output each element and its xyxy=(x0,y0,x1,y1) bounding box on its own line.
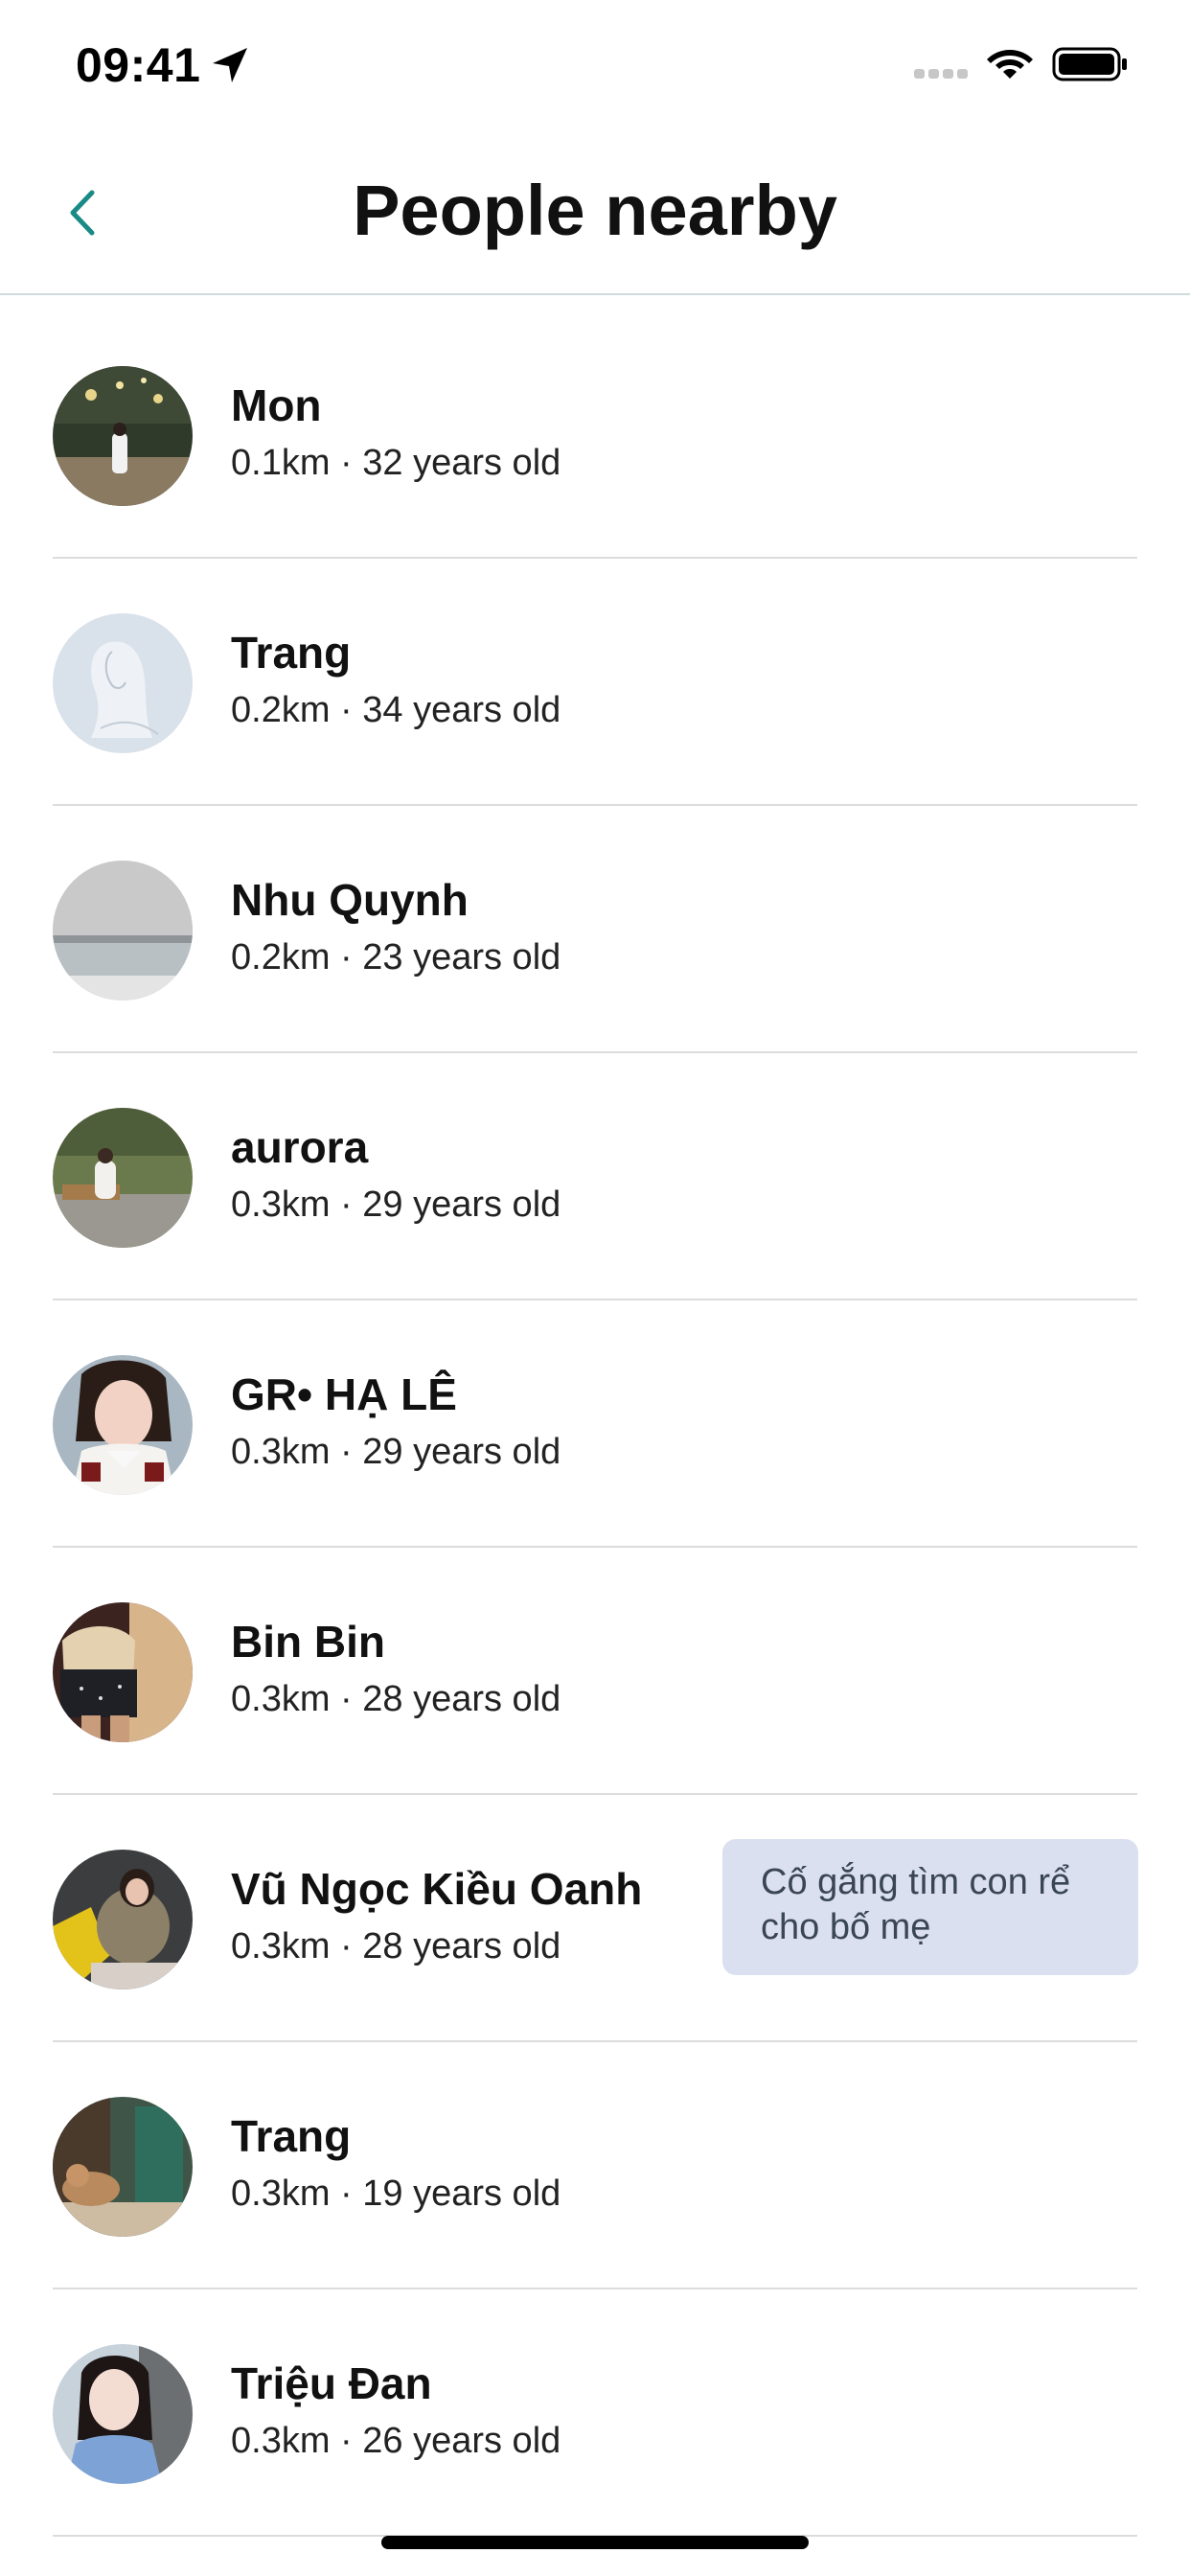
avatar xyxy=(53,613,193,753)
avatar xyxy=(53,1602,193,1742)
people-list: Mon 0.1km · 32 years old Trang 0.2km · 3… xyxy=(0,311,1190,2537)
status-message-bubble: Cố gắng tìm con rể cho bố mẹ xyxy=(722,1839,1138,1975)
location-arrow-icon xyxy=(213,48,247,82)
avatar xyxy=(53,861,193,1000)
nav-header: People nearby xyxy=(0,129,1190,295)
person-row[interactable]: Triệu Đan 0.3km · 26 years old xyxy=(0,2289,1190,2537)
person-distance-age: 0.2km · 34 years old xyxy=(231,690,561,730)
avatar xyxy=(53,1108,193,1248)
wifi-icon xyxy=(987,50,1033,79)
person-distance-age: 0.1km · 32 years old xyxy=(231,443,561,483)
person-row[interactable]: Nhu Quynh 0.2km · 23 years old xyxy=(0,806,1190,1053)
person-name: Nhu Quynh xyxy=(231,875,469,925)
person-row[interactable]: Mon 0.1km · 32 years old xyxy=(0,311,1190,559)
person-name: Trang xyxy=(231,2111,352,2161)
status-bar: 09:41 xyxy=(0,0,1190,129)
person-distance-age: 0.3km · 29 years old xyxy=(231,1432,561,1472)
person-distance-age: 0.3km · 19 years old xyxy=(231,2174,561,2214)
person-name: Vũ Ngọc Kiều Oanh xyxy=(231,1864,643,1914)
person-distance-age: 0.2km · 23 years old xyxy=(231,937,561,978)
person-row[interactable]: Bin Bin 0.3km · 28 years old xyxy=(0,1548,1190,1795)
person-row[interactable]: Trang 0.3km · 19 years old xyxy=(0,2042,1190,2289)
person-row[interactable]: GR• HẠ LÊ 0.3km · 29 years old xyxy=(0,1300,1190,1548)
home-indicator xyxy=(381,2536,809,2549)
person-distance-age: 0.3km · 28 years old xyxy=(231,1679,561,1719)
person-distance-age: 0.3km · 26 years old xyxy=(231,2421,561,2461)
avatar xyxy=(53,2097,193,2237)
avatar xyxy=(53,1355,193,1495)
person-distance-age: 0.3km · 28 years old xyxy=(231,1926,561,1966)
battery-icon xyxy=(1052,47,1127,81)
person-name: GR• HẠ LÊ xyxy=(231,1369,457,1419)
person-name: Trang xyxy=(231,628,352,678)
status-time: 09:41 xyxy=(76,38,201,92)
person-name: aurora xyxy=(231,1122,369,1172)
avatar xyxy=(53,366,193,506)
avatar xyxy=(53,1850,193,1990)
person-name: Triệu Đan xyxy=(231,2358,432,2408)
person-name: Mon xyxy=(231,380,322,430)
person-row[interactable]: Vũ Ngọc Kiều Oanh 0.3km · 28 years old C… xyxy=(0,1795,1190,2042)
page-title: People nearby xyxy=(353,171,837,250)
person-name: Bin Bin xyxy=(231,1617,385,1667)
person-distance-age: 0.3km · 29 years old xyxy=(231,1184,561,1225)
avatar xyxy=(53,2344,193,2484)
person-row[interactable]: aurora 0.3km · 29 years old xyxy=(0,1053,1190,1300)
person-row[interactable]: Trang 0.2km · 34 years old xyxy=(0,559,1190,806)
cellular-signal-icon xyxy=(914,69,968,79)
